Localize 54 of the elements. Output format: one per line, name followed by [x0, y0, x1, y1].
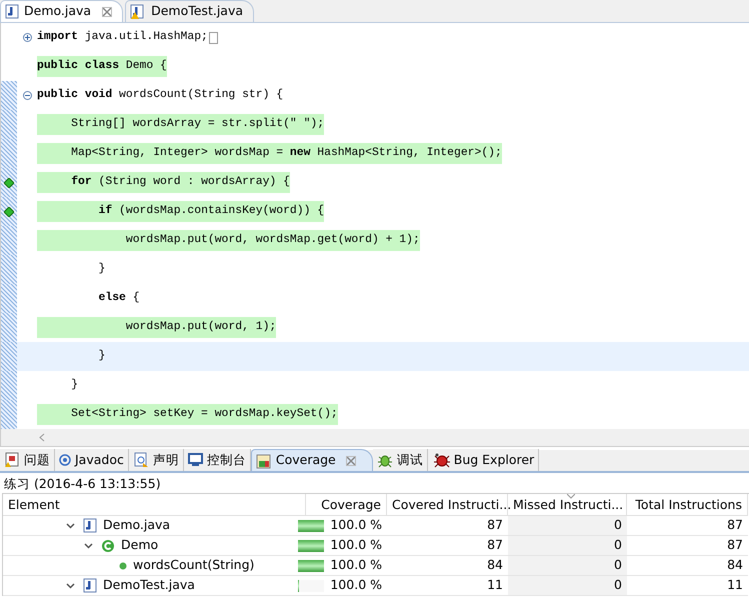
sort-icon	[567, 494, 575, 499]
coverage-percent: 100.0 %	[330, 536, 382, 554]
table-cell: 0	[508, 516, 627, 536]
code-line: }	[98, 262, 106, 277]
column-header[interactable]: Element	[3, 494, 306, 516]
method-icon	[119, 562, 127, 570]
tree-item[interactable]: Demo	[121, 536, 158, 555]
table-cell: 84	[627, 556, 748, 576]
close-icon	[346, 456, 356, 466]
view-tab[interactable]: 声明	[128, 449, 184, 471]
session-label: 练习 (2016-4-6 13:13:55)	[3, 475, 162, 493]
tree-item[interactable]: DemoTest.java	[103, 576, 195, 595]
editor-tab[interactable]: Demo.java	[0, 0, 124, 22]
table-cell: 11	[627, 576, 748, 596]
view-tab[interactable]: 调试	[372, 449, 428, 471]
tree-item[interactable]: Demo.java	[103, 516, 170, 535]
folded-marker[interactable]	[208, 32, 218, 44]
coverage-icon	[256, 452, 272, 468]
view-tab[interactable]: 问题	[0, 449, 55, 471]
column-header[interactable]: Coverage	[306, 494, 387, 516]
coverage-percent: 100.0 %	[330, 576, 382, 594]
view-tab[interactable]: Coverage	[250, 449, 373, 471]
column-header[interactable]: Total Instructions	[627, 494, 748, 516]
java-file-icon	[130, 4, 146, 20]
code-line: import java.util.HashMap;	[37, 30, 208, 45]
java-file-icon	[83, 578, 97, 593]
table-cell: 87	[627, 516, 748, 536]
horizontal-scrollbar[interactable]	[1, 429, 749, 446]
table-cell: 87	[627, 536, 748, 556]
problems-icon	[4, 452, 20, 468]
view-tab[interactable]: Bug Explorer	[428, 449, 540, 471]
table-cell: 0	[508, 556, 627, 576]
table-cell: 0	[508, 576, 627, 596]
editor-tab[interactable]: DemoTest.java	[125, 0, 254, 22]
code-line: }	[70, 378, 78, 393]
close-icon	[102, 6, 112, 16]
java-file-icon	[83, 518, 97, 533]
coverage-percent: 100.0 %	[330, 516, 382, 534]
tree-item[interactable]: wordsCount(String)	[133, 556, 254, 575]
code-editor[interactable]	[0, 23, 749, 447]
code-line: else {	[98, 290, 140, 306]
scroll-left-icon	[39, 433, 45, 442]
table-cell: 0	[508, 536, 627, 556]
view-tab[interactable]: 控制台	[184, 449, 251, 471]
class-icon	[101, 538, 115, 552]
code-line: public void wordsCount(String str) {	[37, 88, 284, 103]
console-icon	[188, 453, 203, 467]
declaration-icon	[132, 452, 149, 468]
java-file-icon	[5, 4, 19, 19]
view-tab[interactable]: Javadoc	[55, 449, 129, 471]
column-header[interactable]: Covered Instructi...	[387, 494, 508, 516]
coverage-percent: 100.0 %	[330, 556, 382, 574]
code-line: }	[98, 348, 106, 364]
bug-icon	[432, 452, 450, 468]
